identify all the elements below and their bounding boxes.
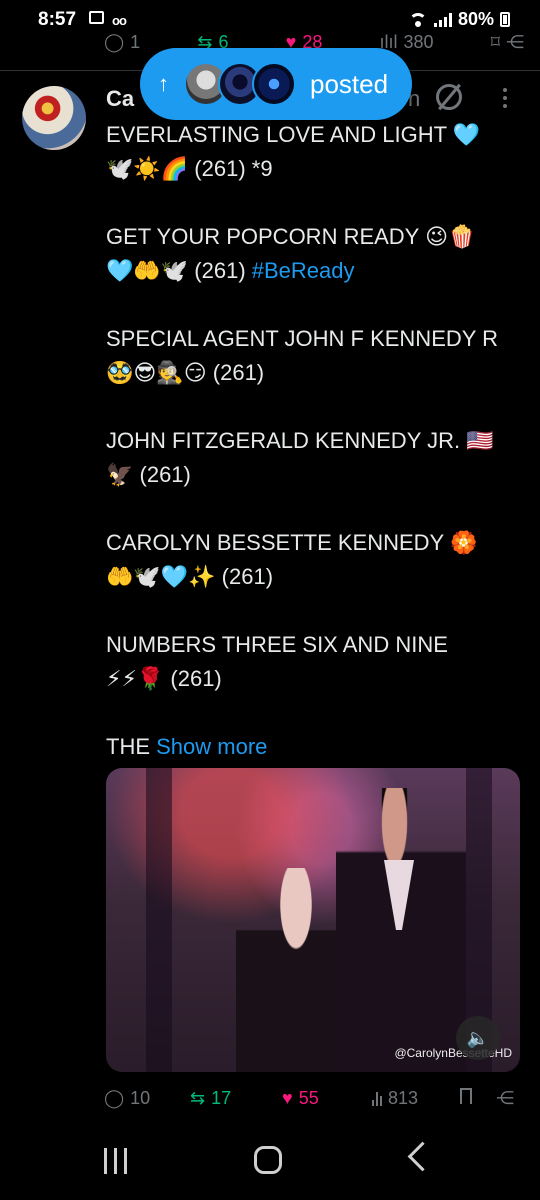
show-more-link[interactable]: Show more: [156, 734, 267, 759]
system-nav-bar: [0, 1130, 540, 1200]
tweet-paragraph: THE Show more: [106, 734, 268, 759]
more-options-icon[interactable]: [502, 88, 508, 114]
new-posts-pill[interactable]: ↑ posted: [140, 48, 412, 120]
views-icon: [372, 1091, 382, 1106]
signal-icon: [433, 12, 452, 27]
views-button[interactable]: 813: [372, 1088, 418, 1109]
retweet-icon: ⇆: [190, 1088, 206, 1108]
battery-percent: 80%: [457, 9, 494, 29]
poster-avatar: [252, 62, 296, 106]
bookmark-button[interactable]: [460, 1088, 472, 1108]
voicemail-icon: oo: [112, 13, 127, 28]
like-button[interactable]: ♥ 55: [282, 1088, 319, 1109]
reply-button[interactable]: ◯ 10: [104, 1088, 150, 1109]
retweet-button[interactable]: ⇆ 17: [190, 1088, 231, 1109]
home-icon[interactable]: [254, 1146, 282, 1174]
share-button[interactable]: ⋲: [496, 1088, 514, 1109]
prev-reply-button[interactable]: ◯ 1: [104, 30, 140, 54]
prev-bookmark-share[interactable]: ⌑ ⋲: [491, 30, 524, 54]
author-name[interactable]: Ca: [106, 86, 134, 112]
volume-icon[interactable]: 🔈: [456, 1016, 500, 1060]
arrow-up-icon: ↑: [158, 71, 169, 96]
recent-apps-icon[interactable]: [104, 1148, 127, 1174]
bookmark-icon: [460, 1088, 472, 1108]
tweet-paragraph: CAROLYN BESSETTE KENNEDY 🏵️ 🤲🕊️🩵✨ (261): [106, 530, 478, 589]
tweet-actions: ◯ 10 ⇆ 17 ♥ 55 813 ⋲: [104, 1088, 524, 1116]
tweet-paragraph: SPECIAL AGENT JOHN F KENNEDY R 🥸😎🕵️😏 (26…: [106, 326, 499, 385]
reply-icon: ◯: [104, 31, 125, 52]
share-icon: ⋲: [496, 1088, 514, 1108]
share-icon: ⋲: [505, 31, 524, 52]
reply-icon: ◯: [104, 1088, 125, 1108]
gallery-notification-icon: [89, 11, 104, 24]
bookmark-icon: ⌑: [490, 31, 500, 52]
status-time: 8:57: [38, 9, 77, 30]
back-icon[interactable]: [407, 1141, 438, 1172]
wifi-icon: [408, 12, 428, 27]
hashtag-link[interactable]: #BeReady: [252, 258, 355, 283]
tweet-paragraph: NUMBERS THREE SIX AND NINE ⚡⚡🌹 (261): [106, 632, 448, 691]
battery-icon: [500, 12, 510, 27]
status-right: 80%: [408, 9, 510, 30]
video-subject: [336, 788, 466, 1072]
posted-label: posted: [310, 68, 389, 99]
tweet-paragraph: GET YOUR POPCORN READY 😉🍿 🩵🤲🕊️ (261) #Be…: [106, 224, 476, 283]
heart-icon: ♥: [282, 1088, 293, 1108]
tweet-paragraph: EVERLASTING LOVE AND LIGHT 🩵 🕊️☀️🌈 (261)…: [106, 122, 481, 181]
video-frame-detail: [146, 768, 172, 1072]
video-player[interactable]: @CarolynBessetteHD 🔈: [106, 768, 520, 1072]
tweet-text: EVERLASTING LOVE AND LIGHT 🩵 🕊️☀️🌈 (261)…: [106, 118, 526, 798]
author-avatar[interactable]: [22, 86, 86, 150]
grok-icon[interactable]: [436, 84, 462, 110]
tweet-paragraph: JOHN FITZGERALD KENNEDY JR. 🇺🇸 🦅 (261): [106, 428, 494, 487]
